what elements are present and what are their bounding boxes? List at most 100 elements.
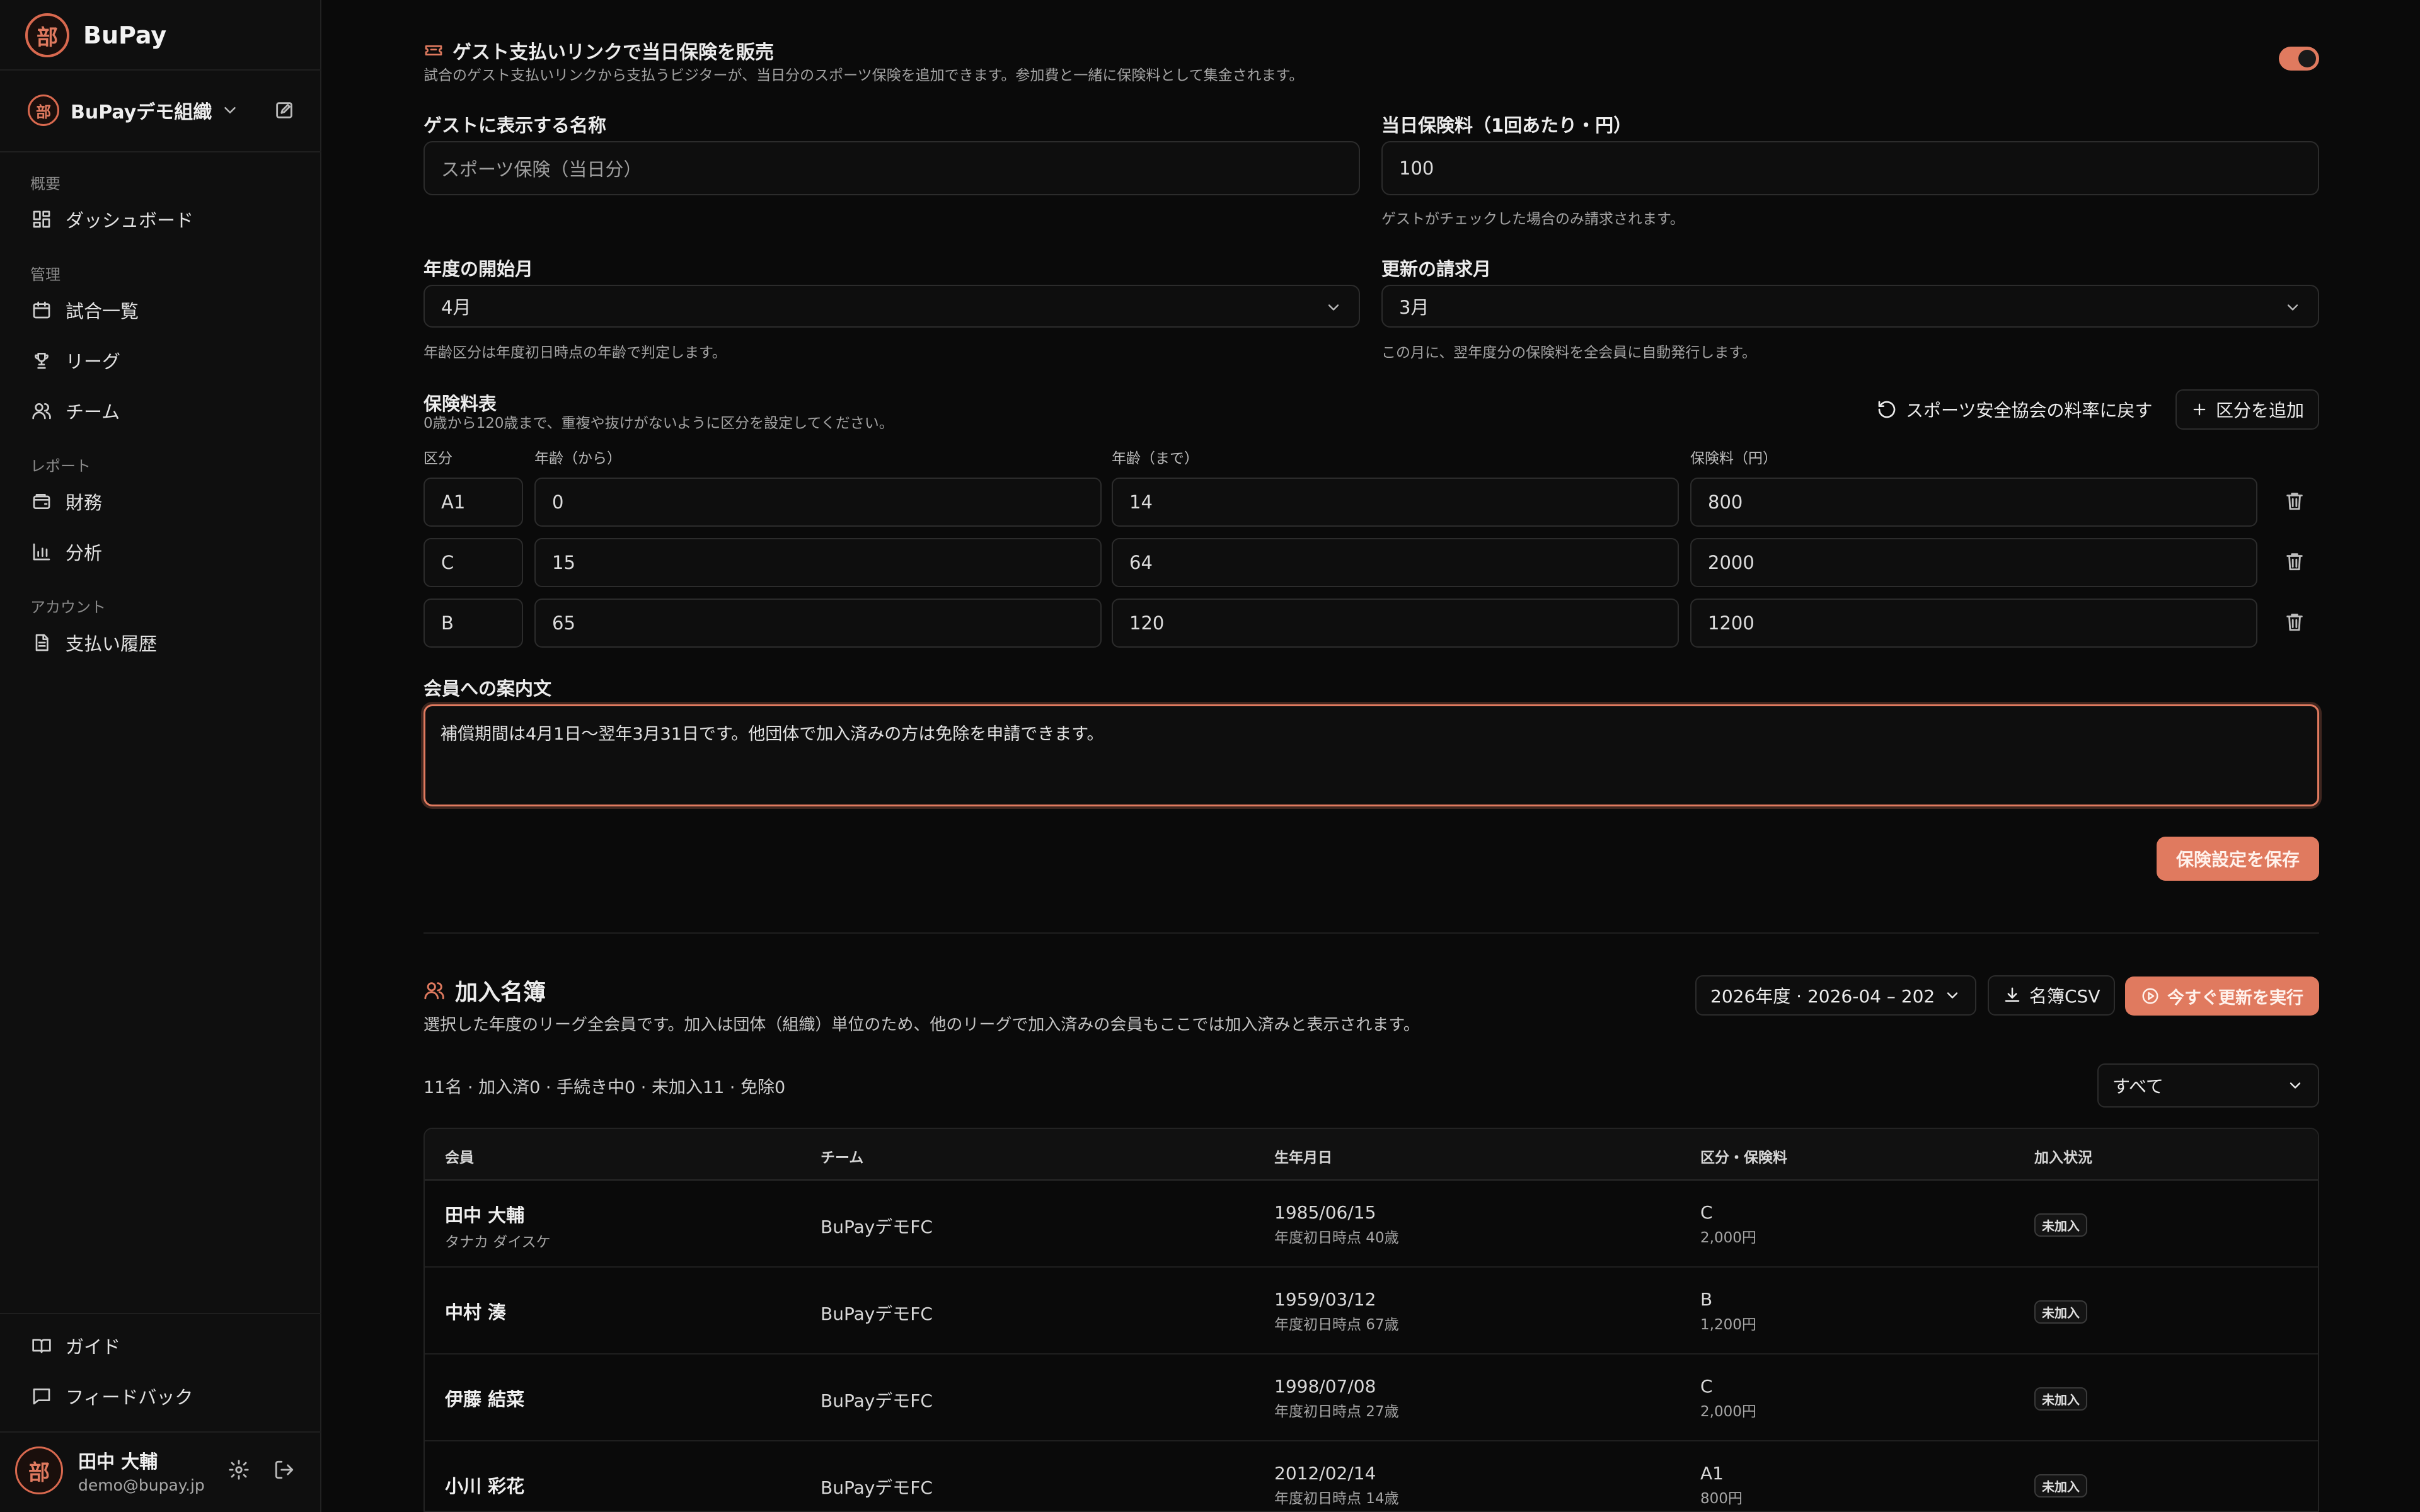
nav-item-finance[interactable]: 財務	[23, 481, 300, 522]
reset-rates-button[interactable]: スポーツ安全協会の料率に戻す	[1877, 389, 2152, 430]
nav-item-label: ダッシュボード	[66, 210, 194, 231]
user-name: 田中 大輔	[78, 1450, 158, 1472]
nav-item-team[interactable]: チーム	[23, 391, 300, 431]
nav-item-guide[interactable]: ガイド	[23, 1326, 300, 1366]
member-class: A1	[1700, 1463, 1724, 1484]
main-content: ゲスト支払いリンクで当日保険を販売 試合のゲスト支払いリンクから支払うビジターが…	[424, 0, 2320, 1512]
rate-age-from-input[interactable]: 15	[534, 538, 1102, 587]
rate-class-input[interactable]: A1	[424, 478, 523, 527]
th-class-fee: 区分・保険料	[1700, 1150, 1787, 1166]
rate-fee-input[interactable]: 1200	[1690, 598, 2257, 648]
org-name: BuPayデモ組織	[71, 101, 212, 123]
nav-section-account: アカウント	[30, 598, 106, 616]
rotate-ccw-icon	[1878, 401, 1896, 418]
chevron-down-icon[interactable]	[221, 101, 239, 120]
nav-section-manage: 管理	[30, 266, 60, 284]
table-row[interactable]: 伊藤 結菜 BuPayデモFC 1998/07/08 年度初日時点 27歳 C …	[425, 1354, 2318, 1441]
download-icon	[2005, 987, 2020, 1002]
status-badge: 未加入	[2034, 1387, 2087, 1411]
nav-item-feedback[interactable]: フィードバック	[23, 1376, 300, 1416]
trash-icon[interactable]	[2284, 490, 2305, 512]
dashboard-icon	[33, 210, 50, 228]
logout-icon[interactable]	[274, 1459, 295, 1480]
table-row[interactable]: 小川 彩花 BuPayデモFC 2012/02/14 年度初日時点 14歳 A1…	[425, 1441, 2318, 1511]
roster-csv-button[interactable]: 名簿CSV	[1988, 975, 2116, 1016]
member-age: 年度初日時点 40歳	[1274, 1230, 1399, 1246]
roster-description: 選択した年度のリーグ全会員です。加入は団体（組織）単位のため、他のリーグで加入済…	[424, 1016, 1420, 1034]
rate-fee-input[interactable]: 800	[1690, 478, 2257, 527]
member-fee: 800円	[1700, 1491, 1743, 1507]
plus-icon	[2193, 403, 2206, 416]
renew-month-label: 更新の請求月	[1381, 258, 1492, 280]
nav-section-reports: レポート	[30, 457, 91, 475]
status-badge: 未加入	[2034, 1300, 2087, 1324]
member-age: 年度初日時点 27歳	[1274, 1404, 1399, 1420]
chevron-down-icon	[1947, 992, 1958, 999]
nav-item-matches[interactable]: 試合一覧	[23, 290, 300, 330]
section-divider	[424, 932, 2319, 934]
member-team: BuPayデモFC	[821, 1390, 933, 1411]
trash-icon[interactable]	[2284, 551, 2305, 572]
rate-fee-input[interactable]: 2000	[1690, 538, 2257, 587]
roster-summary: 11名 · 加入済0 · 手続き中0 · 未加入11 · 免除0	[424, 1078, 786, 1097]
trash-icon[interactable]	[2284, 611, 2305, 633]
book-icon	[32, 1339, 51, 1353]
nav-item-label: 財務	[66, 492, 103, 513]
brand-logo-icon: 部	[25, 13, 69, 57]
renew-month-select[interactable]: 3月	[1381, 285, 2319, 328]
guest-fee-label: 当日保険料（1回あたり・円）	[1381, 115, 1632, 136]
add-class-button[interactable]: 区分を追加	[2175, 389, 2320, 430]
member-fee: 2,000円	[1700, 1230, 1756, 1246]
rate-class-input[interactable]: C	[424, 538, 523, 587]
member-team: BuPayデモFC	[821, 1303, 933, 1324]
chevron-down-icon	[2287, 304, 2298, 311]
nav-item-analytics[interactable]: 分析	[23, 532, 300, 572]
renew-month-hint: この月に、翌年度分の保険料を全会員に自動発行します。	[1381, 345, 1757, 361]
nav-item-label: フィードバック	[66, 1387, 193, 1408]
table-header: 会員 チーム 生年月日 区分・保険料 加入状況	[425, 1129, 2318, 1181]
save-insurance-settings-button[interactable]: 保険設定を保存	[2157, 837, 2319, 881]
rate-age-to-input[interactable]: 120	[1112, 598, 1679, 648]
brand-name: BuPay	[83, 21, 167, 49]
gear-icon[interactable]	[228, 1459, 250, 1480]
org-switcher[interactable]: 部 BuPayデモ組織	[28, 92, 299, 129]
user-profile[interactable]: 部 田中 大輔 demo@bupay.jp	[15, 1440, 311, 1501]
guest-insurance-title: ゲスト支払いリンクで当日保険を販売	[452, 42, 774, 64]
reset-rates-label: スポーツ安全協会の料率に戻す	[1906, 400, 2153, 421]
nav-item-label: 分析	[66, 542, 103, 564]
table-row[interactable]: 中村 湊 BuPayデモFC 1959/03/12 年度初日時点 67歳 B 1…	[425, 1268, 2318, 1354]
status-badge: 未加入	[2034, 1474, 2087, 1498]
guest-insurance-toggle[interactable]	[2279, 47, 2319, 71]
guest-name-label: ゲストに表示する名称	[424, 115, 607, 136]
edit-icon[interactable]	[274, 100, 295, 121]
rate-age-from-input[interactable]: 65	[534, 598, 1102, 648]
year-select[interactable]: 2026年度 · 2026-04 – 202	[1695, 975, 1976, 1016]
member-dob: 1985/06/15	[1274, 1202, 1376, 1223]
users-icon	[424, 982, 444, 1000]
nav-item-dashboard[interactable]: ダッシュボード	[23, 199, 300, 239]
chevron-down-icon	[2290, 1082, 2301, 1089]
member-notice-label: 会員への案内文	[424, 678, 552, 699]
rate-table-hint: 0歳から120歳まで、重複や抜けがないように区分を設定してください。	[424, 415, 894, 432]
col-header-age-to: 年齢（まで）	[1112, 450, 1199, 467]
nav-item-label: 試合一覧	[66, 301, 139, 322]
member-dob: 2012/02/14	[1274, 1463, 1376, 1484]
wallet-icon	[33, 494, 50, 509]
status-filter-value: すべて	[2112, 1076, 2164, 1097]
nav-item-league[interactable]: リーグ	[23, 340, 300, 381]
guest-fee-input[interactable]: 100	[1381, 141, 2319, 195]
rate-age-to-input[interactable]: 14	[1112, 478, 1679, 527]
table-row[interactable]: 田中 大輔 タナカ ダイスケ BuPayデモFC 1985/06/15 年度初日…	[425, 1181, 2318, 1268]
run-renewal-button[interactable]: 今すぐ更新を実行	[2125, 976, 2319, 1016]
member-notice-textarea[interactable]: 補償期間は4月1日〜翌年3月31日です。他団体で加入済みの方は免除を申請できます…	[424, 704, 2319, 806]
rate-class-input[interactable]: B	[424, 598, 523, 648]
year-select-value: 2026年度 · 2026-04 – 202	[1710, 986, 1935, 1007]
status-badge: 未加入	[2034, 1213, 2087, 1237]
status-filter-select[interactable]: すべて	[2097, 1063, 2319, 1108]
fiscal-start-select[interactable]: 4月	[424, 285, 1360, 328]
rate-age-from-input[interactable]: 0	[534, 478, 1102, 527]
brand[interactable]: 部 BuPay	[25, 13, 166, 58]
nav-item-payment-history[interactable]: 支払い履歴	[23, 622, 300, 663]
rate-age-to-input[interactable]: 64	[1112, 538, 1679, 587]
guest-name-input[interactable]: スポーツ保険（当日分）	[424, 141, 1360, 195]
